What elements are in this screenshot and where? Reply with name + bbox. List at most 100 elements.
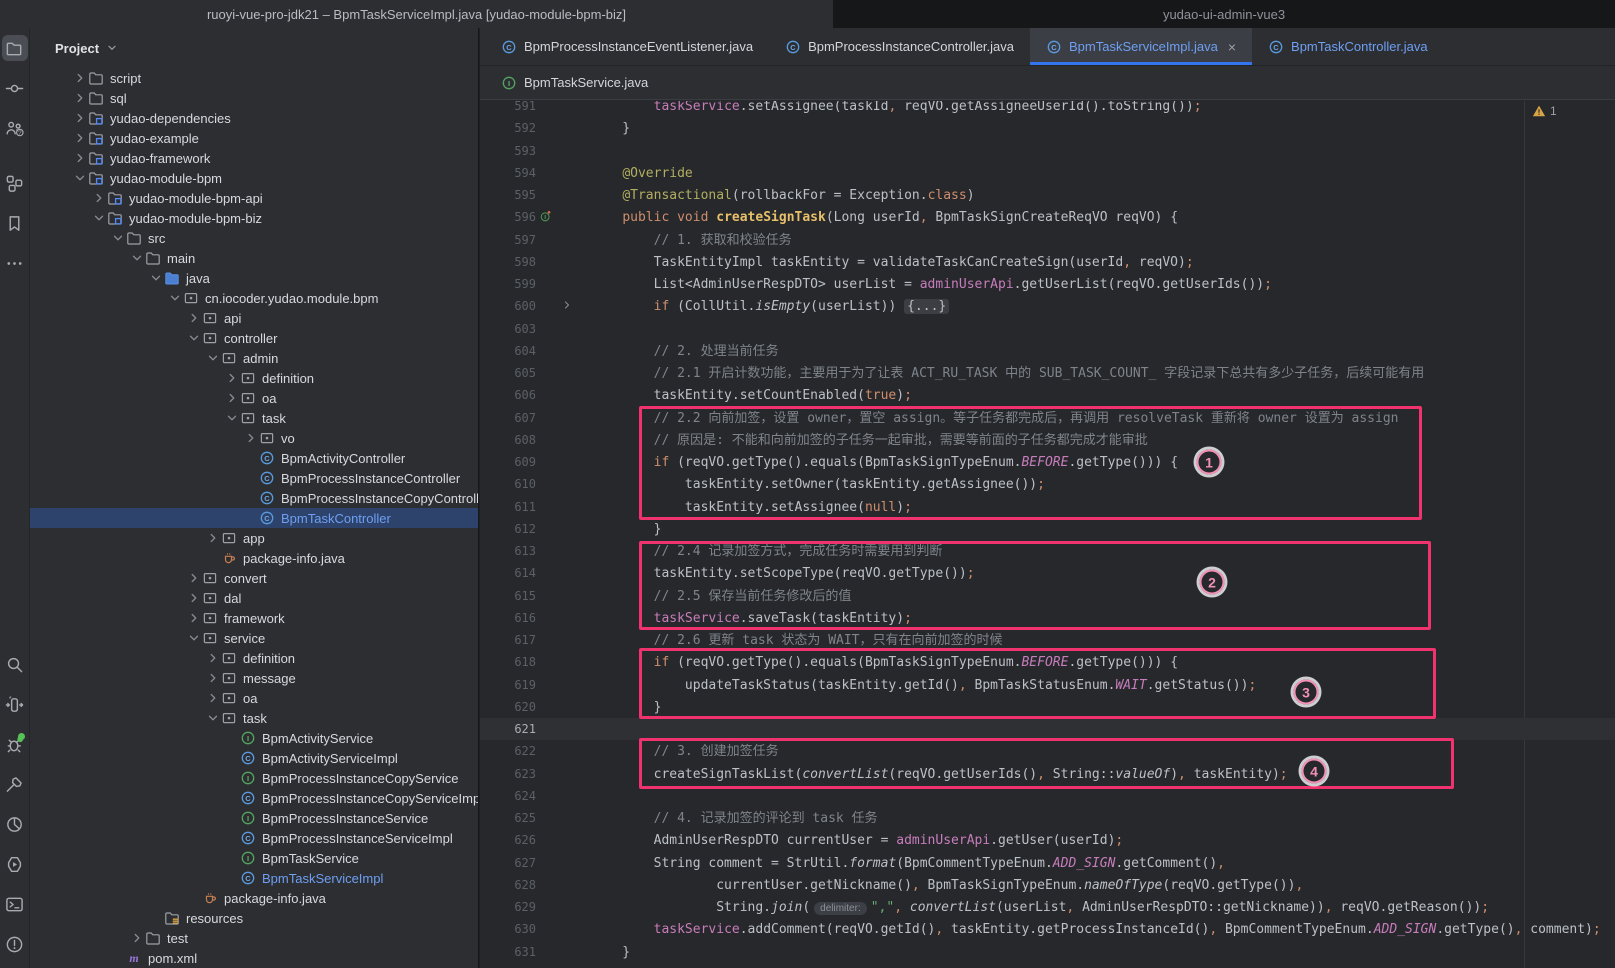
- fold-marker-icon[interactable]: [556, 296, 578, 318]
- editor-tab-bpmprocessinstancecontroller-java[interactable]: CBpmProcessInstanceController.java: [769, 28, 1030, 65]
- line-number[interactable]: 615: [480, 585, 536, 607]
- line-number[interactable]: 619: [480, 674, 536, 696]
- code-line-595[interactable]: 595 @Transactional(rollbackFor = Excepti…: [480, 184, 1615, 206]
- code-line-598[interactable]: 598 TaskEntityImpl taskEntity = validate…: [480, 251, 1615, 273]
- services-icon[interactable]: [1, 851, 27, 877]
- code-line-617[interactable]: 617 // 2.6 更新 task 状态为 WAIT，只有在向前加签的时候: [480, 629, 1615, 651]
- line-number[interactable]: 594: [480, 162, 536, 184]
- line-number[interactable]: 591: [480, 101, 536, 117]
- tree-item-dal[interactable]: dal: [30, 588, 478, 608]
- tree-item-package-info-java[interactable]: package-info.java: [30, 888, 478, 908]
- code-line-599[interactable]: 599 List<AdminUserRespDTO> userList = ad…: [480, 273, 1615, 295]
- tree-item-oa[interactable]: oa: [30, 688, 478, 708]
- chevron-right-icon[interactable]: [204, 670, 221, 686]
- tree-item-bpmactivityserviceimpl[interactable]: CBpmActivityServiceImpl: [30, 748, 478, 768]
- editor-tab-bpmprocessinstanceeventlistener-java[interactable]: CBpmProcessInstanceEventListener.java: [485, 28, 769, 65]
- tree-item-cn-iocoder-yudao-module-bpm[interactable]: cn.iocoder.yudao.module.bpm: [30, 288, 478, 308]
- commit-icon[interactable]: [2, 75, 28, 101]
- code-line-631[interactable]: 631 }: [480, 941, 1615, 963]
- tree-item-src[interactable]: src: [30, 228, 478, 248]
- chevron-right-icon[interactable]: [185, 590, 202, 606]
- line-number[interactable]: 593: [480, 140, 536, 162]
- pull-requests-icon[interactable]: ?: [2, 115, 28, 141]
- chevron-right-icon[interactable]: [204, 530, 221, 546]
- tree-item-bpmtaskserviceimpl[interactable]: CBpmTaskServiceImpl: [30, 868, 478, 888]
- code-line-592[interactable]: 592 }: [480, 117, 1615, 139]
- line-number[interactable]: 626: [480, 829, 536, 851]
- chevron-down-icon[interactable]: [166, 290, 183, 306]
- line-number[interactable]: 631: [480, 941, 536, 963]
- tree-item-api[interactable]: api: [30, 308, 478, 328]
- line-number[interactable]: 611: [480, 496, 536, 518]
- tree-item-java[interactable]: java: [30, 268, 478, 288]
- code-line-612[interactable]: 612 }: [480, 518, 1615, 540]
- chevron-right-icon[interactable]: [71, 110, 88, 126]
- code-line-626[interactable]: 626 AdminUserRespDTO currentUser = admin…: [480, 829, 1615, 851]
- code-line-621[interactable]: 621: [480, 718, 1615, 740]
- chevron-right-icon[interactable]: [71, 150, 88, 166]
- code-line-629[interactable]: 629 String.join(delimiter:",", convertLi…: [480, 896, 1615, 918]
- line-number[interactable]: 612: [480, 518, 536, 540]
- tree-item-framework[interactable]: framework: [30, 608, 478, 628]
- tree-item-yudao-example[interactable]: yudao-example: [30, 128, 478, 148]
- code-line-624[interactable]: 624: [480, 785, 1615, 807]
- tree-item-convert[interactable]: convert: [30, 568, 478, 588]
- chevron-down-icon[interactable]: [71, 170, 88, 186]
- line-number[interactable]: 608: [480, 429, 536, 451]
- code-line-610[interactable]: 610 taskEntity.setOwner(taskEntity.getAs…: [480, 473, 1615, 495]
- code-line-618[interactable]: 618 if (reqVO.getType().equals(BpmTaskSi…: [480, 651, 1615, 673]
- code-line-625[interactable]: 625 // 4. 记录加签的评论到 task 任务: [480, 807, 1615, 829]
- tree-item-bpmprocessinstancecopyserviceimpl[interactable]: CBpmProcessInstanceCopyServiceImpl: [30, 788, 478, 808]
- code-line-606[interactable]: 606 taskEntity.setCountEnabled(true);: [480, 384, 1615, 406]
- inspections-widget[interactable]: 1: [1532, 104, 1557, 118]
- code-line-597[interactable]: 597 // 1. 获取和校验任务: [480, 229, 1615, 251]
- implements-method-icon[interactable]: I: [536, 207, 556, 229]
- code-line-628[interactable]: 628 currentUser.getNickname(), BpmTaskSi…: [480, 874, 1615, 896]
- chevron-down-icon[interactable]: [185, 630, 202, 646]
- more-icon[interactable]: [2, 250, 28, 276]
- chevron-right-icon[interactable]: [242, 430, 259, 446]
- tree-item-bpmprocessinstanceserviceimpl[interactable]: CBpmProcessInstanceServiceImpl: [30, 828, 478, 848]
- line-number[interactable]: 598: [480, 251, 536, 273]
- tree-item-sql[interactable]: sql: [30, 88, 478, 108]
- bookmarks-icon[interactable]: [2, 210, 28, 236]
- problems-icon[interactable]: [1, 931, 27, 957]
- debug-icon[interactable]: [1, 731, 27, 757]
- tree-item-admin[interactable]: admin: [30, 348, 478, 368]
- chevron-down-icon[interactable]: [90, 210, 107, 226]
- line-number[interactable]: 604: [480, 340, 536, 362]
- structure-icon[interactable]: [2, 170, 28, 196]
- build-icon[interactable]: [1, 771, 27, 797]
- search-icon[interactable]: [1, 651, 27, 677]
- code-line-623[interactable]: 623 createSignTaskList(convertList(reqVO…: [480, 763, 1615, 785]
- chevron-right-icon[interactable]: [128, 930, 145, 946]
- tree-item-pom-xml[interactable]: mpom.xml: [30, 948, 478, 968]
- tree-item-controller[interactable]: controller: [30, 328, 478, 348]
- code-line-591[interactable]: 591 taskService.setAssignee(taskId, reqV…: [480, 101, 1615, 117]
- chevron-right-icon[interactable]: [185, 610, 202, 626]
- code-line-608[interactable]: 608 // 原因是: 不能和向前加签的子任务一起审批，需要等前面的子任务都完成…: [480, 429, 1615, 451]
- chevron-right-icon[interactable]: [185, 570, 202, 586]
- tree-item-script[interactable]: script: [30, 68, 478, 88]
- tree-item-task[interactable]: task: [30, 408, 478, 428]
- tree-item-definition[interactable]: definition: [30, 648, 478, 668]
- chevron-right-icon[interactable]: [90, 190, 107, 206]
- chevron-down-icon[interactable]: [128, 250, 145, 266]
- code-line-593[interactable]: 593: [480, 140, 1615, 162]
- line-number[interactable]: 616: [480, 607, 536, 629]
- code-line-611[interactable]: 611 taskEntity.setAssignee(null);: [480, 496, 1615, 518]
- chevron-down-icon[interactable]: [147, 270, 164, 286]
- code-line-596[interactable]: 596I public void createSignTask(Long use…: [480, 206, 1615, 228]
- code-line-607[interactable]: 607 // 2.2 向前加签，设置 owner，置空 assign。等子任务都…: [480, 407, 1615, 429]
- chevron-right-icon[interactable]: [223, 390, 240, 406]
- chevron-right-icon[interactable]: [71, 90, 88, 106]
- tree-item-bpmtaskcontroller[interactable]: CBpmTaskController: [30, 508, 478, 528]
- tree-item-service[interactable]: service: [30, 628, 478, 648]
- terminal-icon[interactable]: [1, 891, 27, 917]
- chevron-right-icon[interactable]: [71, 70, 88, 86]
- chevron-right-icon[interactable]: [223, 370, 240, 386]
- line-number[interactable]: 605: [480, 362, 536, 384]
- profiler-icon[interactable]: [1, 811, 27, 837]
- tree-item-app[interactable]: app: [30, 528, 478, 548]
- chevron-down-icon[interactable]: [223, 410, 240, 426]
